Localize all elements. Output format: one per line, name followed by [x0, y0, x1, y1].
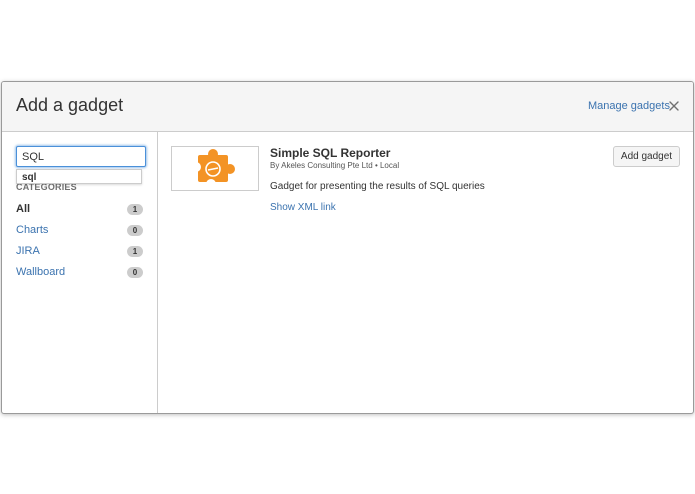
category-label: All	[16, 203, 31, 215]
dialog-title: Add a gadget	[16, 95, 124, 115]
add-gadget-button[interactable]: Add gadget	[613, 146, 680, 167]
add-gadget-dialog: Add a gadget Manage gadgets sql CATEGORI…	[1, 81, 694, 414]
gadget-name: Simple SQL Reporter	[270, 146, 391, 160]
category-label: Wallboard	[16, 266, 66, 278]
category-item-jira[interactable]: JIRA 1	[16, 244, 143, 260]
gadget-author: By Akeles Consulting Pte Ltd • Local	[270, 161, 400, 170]
gadget-thumbnail[interactable]	[171, 146, 259, 191]
count-badge: 0	[127, 267, 143, 278]
count-badge: 1	[127, 204, 143, 215]
search-suggestion[interactable]: sql	[16, 169, 142, 184]
count-badge: 0	[127, 225, 143, 236]
manage-gadgets-link[interactable]: Manage gadgets	[588, 100, 670, 112]
category-item-wallboard[interactable]: Wallboard 0	[16, 265, 143, 281]
count-badge: 1	[127, 246, 143, 257]
search-input[interactable]	[16, 146, 146, 167]
puzzle-logo-icon	[191, 149, 235, 189]
category-sidebar: sql CATEGORIES All 1 Charts 0 JIRA 1 Wal…	[2, 132, 158, 413]
gadget-description: Gadget for presenting the results of SQL…	[270, 181, 485, 192]
category-item-all[interactable]: All 1	[16, 202, 143, 218]
dialog-header: Add a gadget Manage gadgets	[2, 82, 693, 132]
category-label: JIRA	[16, 245, 40, 257]
close-icon[interactable]	[668, 99, 680, 111]
category-item-charts[interactable]: Charts 0	[16, 223, 143, 239]
show-xml-link[interactable]: Show XML link	[270, 202, 336, 213]
gadget-list: Simple SQL Reporter By Akeles Consulting…	[158, 132, 693, 413]
category-label: Charts	[16, 224, 49, 236]
